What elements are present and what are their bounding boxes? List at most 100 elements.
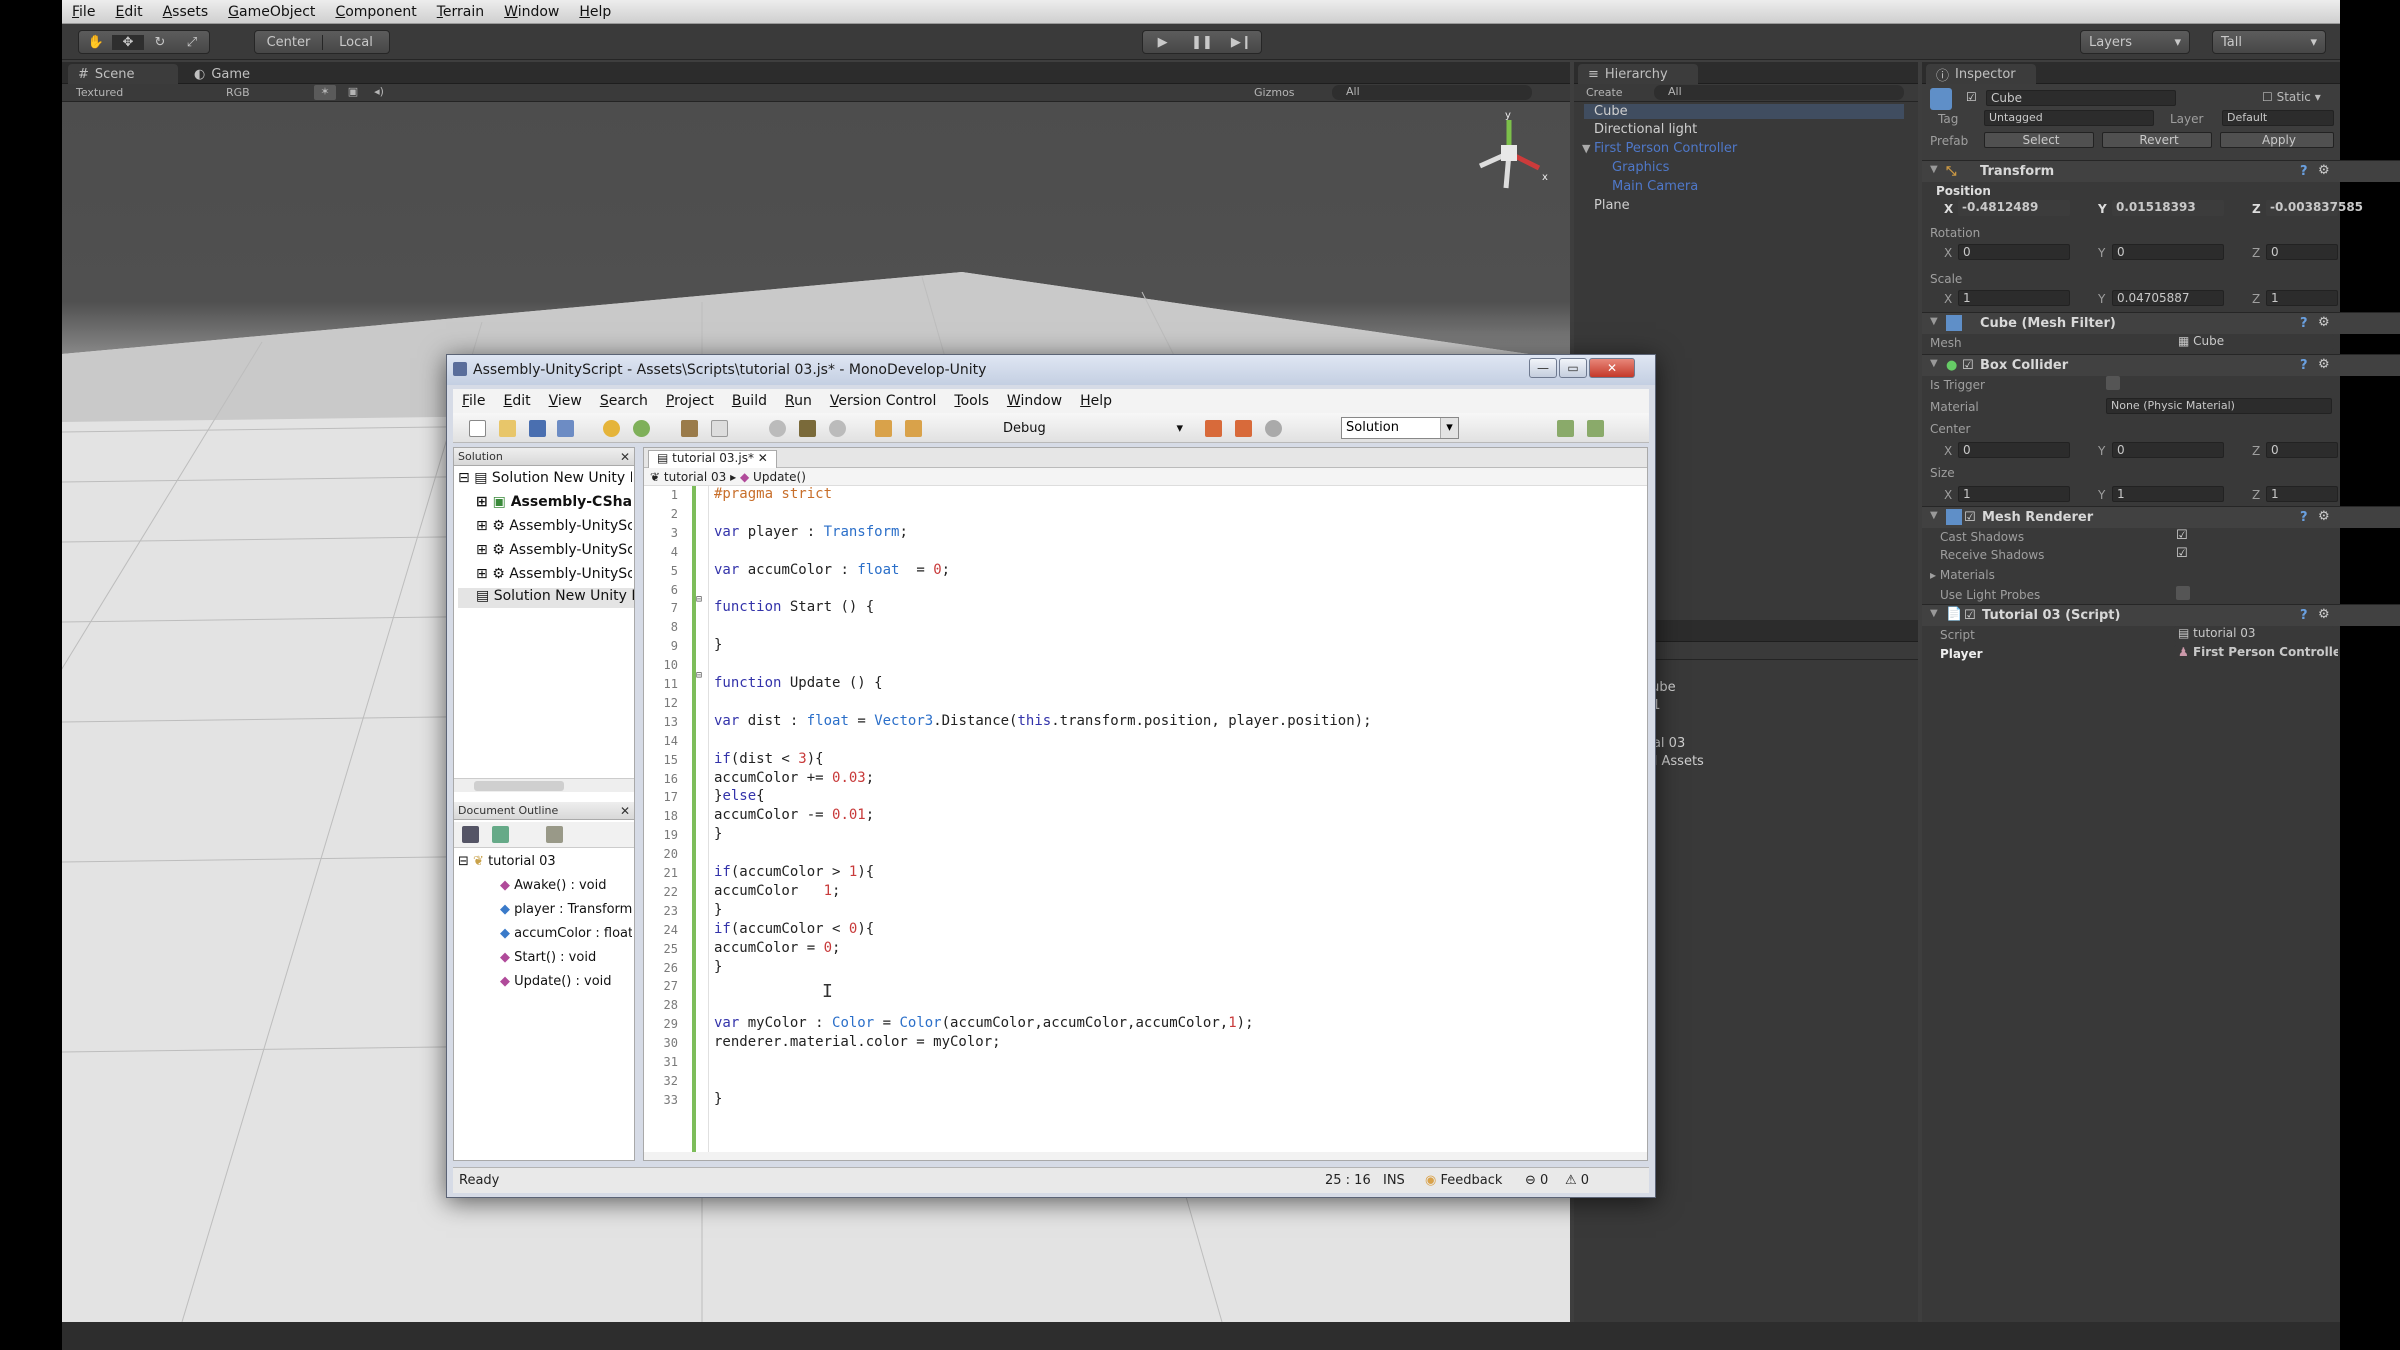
maximize-button[interactable]: ▭ <box>1559 358 1587 378</box>
move-tool-icon[interactable]: ✥ <box>112 34 144 50</box>
render-mode-dropdown[interactable]: Textured <box>76 86 123 99</box>
hand-tool-icon[interactable]: ✋ <box>80 35 112 50</box>
md-menu-project[interactable]: Project <box>657 393 723 409</box>
physic-material-field[interactable]: None (Physic Material) <box>2106 398 2332 414</box>
size-y-field[interactable]: 1 <box>2112 486 2224 502</box>
pivot-toggles[interactable]: Center Local <box>254 30 390 54</box>
tree-item-solution-selected[interactable]: ▤ Solution New Unity Pr <box>458 588 634 608</box>
undo-icon[interactable] <box>603 420 620 437</box>
help-icon[interactable]: ? <box>2300 358 2308 373</box>
scroll-thumb[interactable] <box>474 781 564 791</box>
help-icon[interactable]: ? <box>2300 510 2308 525</box>
active-checkbox[interactable]: ☑ <box>1966 90 1977 104</box>
rotation-y-field[interactable]: 0 <box>2112 244 2224 260</box>
outline-item[interactable]: ◆ Awake() : void <box>500 878 632 896</box>
md-menu-search[interactable]: Search <box>591 393 657 409</box>
play-icon[interactable]: ▶ <box>1143 35 1182 50</box>
close-icon[interactable]: ✕ <box>620 802 630 820</box>
md-menu-help[interactable]: Help <box>1071 393 1121 409</box>
tree-expander[interactable]: ⊞ <box>476 542 492 558</box>
playback-controls[interactable]: ▶ ❚❚ ▶❙ <box>1142 30 1262 54</box>
scale-x-field[interactable]: 1 <box>1958 290 2070 306</box>
attach-icon[interactable] <box>1265 420 1282 437</box>
layers-dropdown[interactable]: Layers ▾ <box>2080 30 2190 54</box>
md-menu-view[interactable]: View <box>540 393 591 409</box>
close-icon[interactable]: ✕ <box>620 448 630 466</box>
menu-assets[interactable]: Assets <box>153 4 219 20</box>
expand-arrow-icon[interactable]: ▼ <box>1582 142 1590 155</box>
tree-item-assembly-unityscript[interactable]: ⊞ ⚙ Assembly-UnityScr <box>476 542 632 560</box>
size-x-field[interactable]: 1 <box>1958 486 2070 502</box>
foldout-icon[interactable]: ▼ <box>1930 316 1938 327</box>
layout-dropdown[interactable]: Tall ▾ <box>2212 30 2326 54</box>
outline-item[interactable]: ◆ player : Transform <box>500 902 632 920</box>
md-menu-file[interactable]: File <box>453 393 494 409</box>
help-icon[interactable]: ? <box>2300 316 2308 331</box>
center-x-field[interactable]: 0 <box>1958 442 2070 458</box>
md-menu-tools[interactable]: Tools <box>945 393 998 409</box>
tree-expander[interactable]: ⊟ <box>458 854 473 869</box>
error-count[interactable]: ⊖ 0 <box>1525 1173 1548 1188</box>
feedback-button[interactable]: ◉ Feedback <box>1425 1173 1502 1188</box>
foldout-icon[interactable]: ▼ <box>1930 608 1938 619</box>
center-z-field[interactable]: 0 <box>2266 442 2338 458</box>
debug-icon[interactable] <box>1235 420 1252 437</box>
script-field[interactable]: ▤ tutorial 03 <box>2174 626 2334 642</box>
tab-scene[interactable]: # Scene <box>68 64 178 84</box>
settings-icon[interactable] <box>546 826 563 843</box>
minimize-button[interactable]: — <box>1529 358 1557 378</box>
help-icon[interactable]: ? <box>2300 164 2308 179</box>
tag-dropdown[interactable]: Untagged <box>1984 110 2154 126</box>
gear-icon[interactable]: ⚙ <box>2318 607 2330 622</box>
horizontal-scrollbar[interactable] <box>454 778 634 792</box>
scale-z-field[interactable]: 1 <box>2266 290 2338 306</box>
open-folder-icon[interactable] <box>499 420 516 437</box>
code-area[interactable]: ⊟ ⊟ I 1 #pragma strict 2 3 var player : Tran… <box>644 486 1647 1152</box>
configuration-dropdown[interactable]: Debug ▾ <box>1003 419 1183 439</box>
menu-gameobject[interactable]: GameObject <box>218 4 325 20</box>
lighting-toggle-icon[interactable]: ✶ <box>314 85 336 100</box>
editor-bottom-scroll[interactable] <box>644 1152 1647 1160</box>
tree-item-assembly-csharp[interactable]: ⊞ ▣ Assembly-CSharp- <box>476 494 632 512</box>
hierarchy-item-graphics[interactable]: Graphics <box>1612 160 1669 175</box>
gear-icon[interactable]: ⚙ <box>2318 315 2330 330</box>
scale-tool-icon[interactable]: ⤢ <box>176 35 208 50</box>
tab-inspector[interactable]: ⓘ Inspector <box>1926 64 2036 84</box>
solution-dropdown[interactable]: Solution ▾ <box>1341 417 1459 439</box>
layer-dropdown[interactable]: Default <box>2222 110 2334 126</box>
menu-component[interactable]: Component <box>325 4 426 20</box>
foldout-icon[interactable]: ▼ <box>1930 358 1938 369</box>
player-field[interactable]: ♟ First Person Controller ( <box>2174 645 2338 661</box>
menu-terrain[interactable]: Terrain <box>427 4 494 20</box>
search-icon[interactable] <box>769 420 786 437</box>
foldout-icon[interactable]: ▼ <box>1930 510 1938 521</box>
close-button[interactable]: ✕ <box>1589 358 1635 378</box>
close-icon[interactable]: ✕ <box>758 451 768 465</box>
cast-shadows-checkbox[interactable]: ☑ <box>2176 528 2188 543</box>
save-icon[interactable] <box>529 420 546 437</box>
pivot-local-button[interactable]: Local <box>322 34 389 50</box>
hierarchy-item-first-person-controller[interactable]: First Person Controller <box>1594 141 1737 156</box>
sort-icon[interactable] <box>492 826 509 843</box>
gear-icon[interactable]: ⚙ <box>2318 163 2330 178</box>
help-icon[interactable]: ? <box>2300 608 2308 623</box>
enabled-checkbox[interactable]: ☑ <box>1964 510 1976 525</box>
enabled-checkbox[interactable]: ☑ <box>1964 608 1976 623</box>
md-menu-edit[interactable]: Edit <box>494 393 539 409</box>
find-icon[interactable] <box>799 420 816 437</box>
create-dropdown[interactable]: Create <box>1586 86 1623 99</box>
gear-icon[interactable]: ⚙ <box>2318 357 2330 372</box>
size-z-field[interactable]: 1 <box>2266 486 2338 502</box>
scene-search-input[interactable]: All <box>1332 85 1532 100</box>
script-component-header[interactable]: ▼ 📄 ☑ Tutorial 03 (Script)? ⚙ <box>1922 604 2400 626</box>
position-y-field[interactable]: 0.01518393 <box>2112 200 2224 216</box>
audio-toggle-icon[interactable]: ◂) <box>368 85 390 100</box>
step-icon[interactable]: ▶❙ <box>1222 35 1261 50</box>
build-icon[interactable] <box>875 420 892 437</box>
layout-icon[interactable] <box>1557 420 1574 437</box>
tree-expander[interactable]: ⊞ <box>476 518 492 534</box>
new-file-icon[interactable] <box>469 420 486 437</box>
copy-icon[interactable] <box>711 420 728 437</box>
prefab-apply-button[interactable]: Apply <box>2220 132 2334 148</box>
gear-icon[interactable]: ⚙ <box>2318 509 2330 524</box>
